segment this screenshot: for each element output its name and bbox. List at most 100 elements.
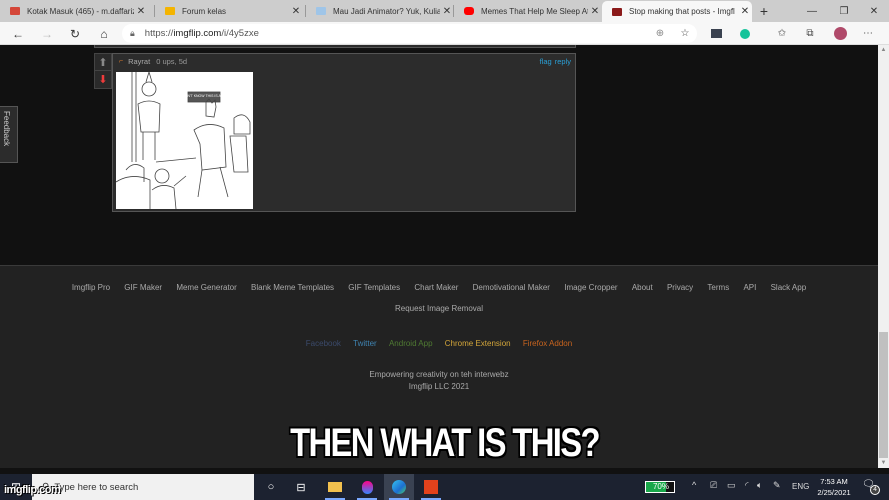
grammarly-icon[interactable] xyxy=(737,26,753,41)
comment-username[interactable]: Rayrat xyxy=(128,57,150,66)
tab-title: Forum kelas xyxy=(182,6,227,16)
pen-icon[interactable]: ✎ xyxy=(773,480,781,491)
twitter-link[interactable]: Twitter xyxy=(353,339,377,348)
feedback-tab[interactable]: Feedback xyxy=(0,106,18,163)
footer-link-image-cropper[interactable]: Image Cropper xyxy=(564,283,617,292)
close-window-button[interactable]: ✕ xyxy=(857,0,889,22)
footer-link-gif-maker[interactable]: GIF Maker xyxy=(124,283,162,292)
cortana-icon[interactable]: ○ xyxy=(256,474,286,500)
favorites-icon[interactable]: ✩ xyxy=(774,26,790,41)
close-tab-icon[interactable]: ✕ xyxy=(289,6,303,17)
comment-meta: 0 ups, 5d xyxy=(156,57,188,66)
edge-browser-icon[interactable] xyxy=(384,474,414,500)
close-tab-icon[interactable]: ✕ xyxy=(738,6,752,17)
task-view-icon[interactable]: ⊟ xyxy=(286,474,316,500)
imgflip-watermark: imgflip.com xyxy=(4,484,61,496)
meet-now-icon[interactable]: ⎚ xyxy=(710,480,717,491)
profile-avatar[interactable] xyxy=(832,26,848,41)
tab-title: Kotak Masuk (465) - m.daffariz xyxy=(27,6,134,16)
upvote-arrow-icon[interactable]: ⬆ xyxy=(95,54,111,71)
scrollbar-thumb[interactable] xyxy=(879,332,888,458)
home-button[interactable]: ⌂ xyxy=(95,25,113,42)
chrome-extension-link[interactable]: Chrome Extension xyxy=(445,339,511,348)
tab-forum-kelas[interactable]: Forum kelas ✕ xyxy=(155,0,303,22)
extension-icon[interactable] xyxy=(708,26,724,41)
footer-link-about[interactable]: About xyxy=(632,283,653,292)
android-app-link[interactable]: Android App xyxy=(389,339,433,348)
action-center-icon[interactable]: 🗨︎ 4 xyxy=(862,479,880,495)
social-links: Facebook Twitter Android App Chrome Exte… xyxy=(0,339,878,348)
page-content: ⬆ ⬇ ⌐ Rayrat 0 ups, 5d flag reply THEY D… xyxy=(0,45,878,468)
acrobat-icon[interactable] xyxy=(416,474,446,500)
close-tab-icon[interactable]: ✕ xyxy=(588,6,602,17)
refresh-button[interactable]: ↻ xyxy=(66,25,84,42)
close-tab-icon[interactable]: ✕ xyxy=(440,6,454,17)
footer-link-blank-meme-templates[interactable]: Blank Meme Templates xyxy=(251,283,334,292)
gmail-icon xyxy=(10,7,20,15)
more-menu-icon[interactable]: ⋯ xyxy=(860,26,876,41)
search-placeholder: Type here to search xyxy=(54,481,139,493)
wifi-icon[interactable]: ◜ xyxy=(745,480,749,491)
favorite-star-icon[interactable]: ☆ xyxy=(677,26,693,41)
taskbar-search-input[interactable]: ⚲ Type here to search xyxy=(32,474,254,500)
url-field[interactable]: 🔒︎ https://imgflip.com/i/4y5zxe xyxy=(122,24,697,43)
footer-link-slack-app[interactable]: Slack App xyxy=(771,283,807,292)
flag-link[interactable]: flag xyxy=(540,57,552,66)
tab-gmail[interactable]: Kotak Masuk (465) - m.daffariz ✕ xyxy=(0,0,148,22)
feedback-label: Feedback xyxy=(2,111,11,147)
new-tab-button[interactable]: + xyxy=(752,0,776,22)
tab-bar: Kotak Masuk (465) - m.daffariz ✕ Forum k… xyxy=(0,0,889,22)
show-hidden-icons-chevron-icon[interactable]: ^ xyxy=(692,480,696,490)
taskbar-clock[interactable]: 7:53 AM 2/25/2021 xyxy=(808,476,860,498)
battery-indicator[interactable]: 70% xyxy=(645,481,675,493)
forward-button[interactable]: → xyxy=(38,25,56,42)
file-explorer-icon[interactable] xyxy=(320,474,350,500)
tab-youtube[interactable]: Memes That Help Me Sleep At ✕ xyxy=(454,0,602,22)
back-button[interactable]: ← xyxy=(9,25,27,42)
collections-icon[interactable]: ⧉ xyxy=(802,26,818,41)
comment-header: ⌐ Rayrat 0 ups, 5d xyxy=(119,57,187,66)
footer-link-demotivational-maker[interactable]: Demotivational Maker xyxy=(473,283,550,292)
downvote-arrow-icon[interactable]: ⬇ xyxy=(95,71,111,88)
comment-actions: flag reply xyxy=(537,57,571,66)
firefox-addon-link[interactable]: Firefox Addon xyxy=(523,339,572,348)
restore-button[interactable]: ❐ xyxy=(827,0,861,22)
comment-box: ⌐ Rayrat 0 ups, 5d flag reply THEY DON'T… xyxy=(112,53,576,212)
url-host: imgflip.com xyxy=(173,28,222,39)
reply-link[interactable]: reply xyxy=(555,57,571,66)
minimize-button[interactable]: — xyxy=(795,0,829,22)
vote-controls: ⬆ ⬇ xyxy=(94,53,112,89)
scroll-down-arrow-icon[interactable]: ▼ xyxy=(878,458,889,468)
battery-icon[interactable]: ▭ xyxy=(727,480,736,491)
page-scrollbar[interactable]: ▲ ▼ xyxy=(878,45,889,468)
footer-link-meme-generator[interactable]: Meme Generator xyxy=(176,283,236,292)
footer-link-gif-templates[interactable]: GIF Templates xyxy=(348,283,400,292)
add-icon[interactable]: ⊕ xyxy=(652,26,668,41)
footer-link-terms[interactable]: Terms xyxy=(707,283,729,292)
clock-date: 2/25/2021 xyxy=(817,488,851,497)
clock-time: 7:53 AM xyxy=(820,477,848,486)
site-icon xyxy=(316,7,326,15)
comment-meme-image[interactable]: THEY DON'T KNOW THIS IS A REPOST xyxy=(116,72,253,209)
meme-speech-text: THEY DON'T KNOW THIS IS A REPOST xyxy=(172,94,237,98)
youtube-icon xyxy=(464,7,474,15)
party-sketch-illustration: THEY DON'T KNOW THIS IS A REPOST xyxy=(116,72,253,209)
battery-percent: 70% xyxy=(652,482,669,491)
footer-link-chart-maker[interactable]: Chart Maker xyxy=(414,283,458,292)
footer-link-api[interactable]: API xyxy=(743,283,756,292)
tab-title: Mau Jadi Animator? Yuk, Kulia xyxy=(333,6,440,16)
footer-link-imgflip-pro[interactable]: Imgflip Pro xyxy=(72,283,110,292)
close-tab-icon[interactable]: ✕ xyxy=(134,6,148,17)
tab-imgflip-active[interactable]: Stop making that posts - Imgfl ✕ xyxy=(602,1,752,22)
scroll-up-arrow-icon[interactable]: ▲ xyxy=(878,45,889,55)
tab-animator[interactable]: Mau Jadi Animator? Yuk, Kulia ✕ xyxy=(306,0,454,22)
language-indicator[interactable]: ENG xyxy=(792,482,809,491)
facebook-link[interactable]: Facebook xyxy=(306,339,341,348)
windows-taskbar: ⊞ ⚲ Type here to search ○ ⊟ 70% ^ ⎚ ▭ ◜ … xyxy=(0,474,889,500)
paint-3d-icon[interactable] xyxy=(352,474,382,500)
footer-link-privacy[interactable]: Privacy xyxy=(667,283,693,292)
rank-icon: ⌐ xyxy=(119,58,124,65)
request-image-removal-link[interactable]: Request Image Removal xyxy=(395,304,483,313)
volume-icon[interactable]: 🔈︎ xyxy=(757,480,762,491)
url-scheme: https:// xyxy=(144,28,174,39)
